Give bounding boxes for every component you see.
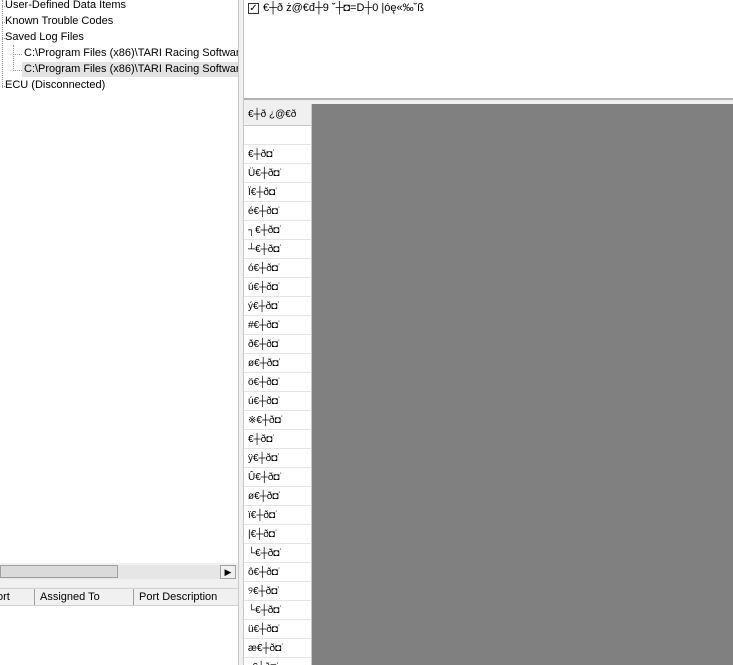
tree-item-log-file[interactable]: C:\Program Files (x86)\TARI Racing Softw… bbox=[22, 46, 238, 61]
grid-row[interactable]: ö€┼ð◘˙ bbox=[244, 373, 311, 392]
grid-row[interactable]: ø€┼ð◘˙ bbox=[244, 354, 311, 373]
grid-row[interactable]: ┴€┼ð◘˙ bbox=[244, 240, 311, 259]
grid-row[interactable]: ୨€┼ð◘˙ bbox=[244, 582, 311, 601]
tree-connector bbox=[2, 0, 3, 88]
grid-column-header[interactable]: €┼ð ¿@€ð bbox=[244, 104, 311, 126]
grid-row[interactable]: ú€┼ð◘˙ bbox=[244, 392, 311, 411]
tree-item-ecu[interactable]: ECU (Disconnected) bbox=[5, 78, 105, 93]
ports-list[interactable]: ort Assigned To Port Description bbox=[0, 588, 238, 665]
tree-item-user-defined-data-items[interactable]: User-Defined Data Items bbox=[5, 0, 126, 13]
tree-connector bbox=[13, 70, 22, 71]
tree-view[interactable]: User-Defined Data Items Known Trouble Co… bbox=[0, 0, 238, 563]
grid-row[interactable]: ü€┼ð◘˙ bbox=[244, 620, 311, 639]
item-checkbox[interactable]: ✓ bbox=[248, 3, 259, 14]
grid-row[interactable]: ð€┼ð◘˙ bbox=[244, 335, 311, 354]
grid-row[interactable]: Ü€┼ð◘˙ bbox=[244, 164, 311, 183]
tree-connector bbox=[13, 54, 22, 55]
grid-column: €┼ð ¿@€ð €┼ð◘˙ Ü€┼ð◘˙ Ï€┼ð◘˙ é€┼ð◘˙ ┐€┼ð◘˙ ┴€… bbox=[244, 104, 312, 665]
grid-row[interactable]: ï€┼ð◘˙ bbox=[244, 506, 311, 525]
grid-row[interactable]: ┐€┼ð◘˙ bbox=[244, 221, 311, 240]
grid-row[interactable]: Û€┼ð◘˙ bbox=[244, 468, 311, 487]
grid-row[interactable]: └€┼ð◘˙ bbox=[244, 601, 311, 620]
grid-row[interactable]: Ï€┼ð◘˙ bbox=[244, 183, 311, 202]
grid-row[interactable]: ý€┼ð◘˙ bbox=[244, 297, 311, 316]
grid-row[interactable]: ø€┼ð◘˙ bbox=[244, 487, 311, 506]
scroll-right-arrow-icon[interactable]: ▶ bbox=[220, 565, 236, 579]
grid-row[interactable]: ※€┼ð◘˙ bbox=[244, 411, 311, 430]
checkmark-icon: ✓ bbox=[249, 3, 258, 14]
horizontal-scrollbar[interactable]: ▶ bbox=[0, 563, 238, 581]
grid-row[interactable]: #€┼ð◘˙ bbox=[244, 316, 311, 335]
grid-row[interactable]: ₄€┼ð◘˙ bbox=[244, 658, 311, 665]
tree-item-known-trouble-codes[interactable]: Known Trouble Codes bbox=[5, 14, 113, 29]
tree-item-log-file-selected[interactable]: C:\Program Files (x86)\TARI Racing Softw… bbox=[22, 62, 238, 77]
scrollbar-thumb[interactable] bbox=[0, 565, 118, 578]
grid-row[interactable]: ú€┼ð◘˙ bbox=[244, 278, 311, 297]
grid-row[interactable]: ô€┼ð◘˙ bbox=[244, 563, 311, 582]
tree-connector bbox=[13, 45, 14, 71]
grid-row[interactable]: €┼ð◘˙ bbox=[244, 430, 311, 449]
grid-row[interactable]: ó€┼ð◘˙ bbox=[244, 259, 311, 278]
ports-list-header: ort Assigned To Port Description bbox=[0, 588, 238, 606]
data-grid-area[interactable]: €┼ð ¿@€ð €┼ð◘˙ Ü€┼ð◘˙ Ï€┼ð◘˙ é€┼ð◘˙ ┐€┼ð◘˙ ┴€… bbox=[244, 104, 733, 665]
grid-row[interactable]: €┼ð◘˙ bbox=[244, 145, 311, 164]
grid-row[interactable]: é€┼ð◘˙ bbox=[244, 202, 311, 221]
column-header-port-description[interactable]: Port Description bbox=[134, 589, 238, 605]
top-right-panel: ✓ €┼ð ż@€đ┼9 ˘┼◘=D┼0 |óę«‰˘ß bbox=[244, 0, 733, 100]
grid-row[interactable]: └€┼ð◘˙ bbox=[244, 544, 311, 563]
column-header-assigned-to[interactable]: Assigned To bbox=[35, 589, 134, 605]
grid-row[interactable]: ÿ€┼ð◘˙ bbox=[244, 449, 311, 468]
grid-row[interactable] bbox=[244, 126, 311, 145]
tree-item-saved-log-files[interactable]: Saved Log Files bbox=[5, 30, 84, 45]
checkbox-label: €┼ð ż@€đ┼9 ˘┼◘=D┼0 |óę«‰˘ß bbox=[263, 2, 424, 14]
grid-row[interactable]: |€┼ð◘˙ bbox=[244, 525, 311, 544]
grid-row[interactable]: æ€┼ð◘˙ bbox=[244, 639, 311, 658]
column-header-port[interactable]: ort bbox=[0, 589, 35, 605]
